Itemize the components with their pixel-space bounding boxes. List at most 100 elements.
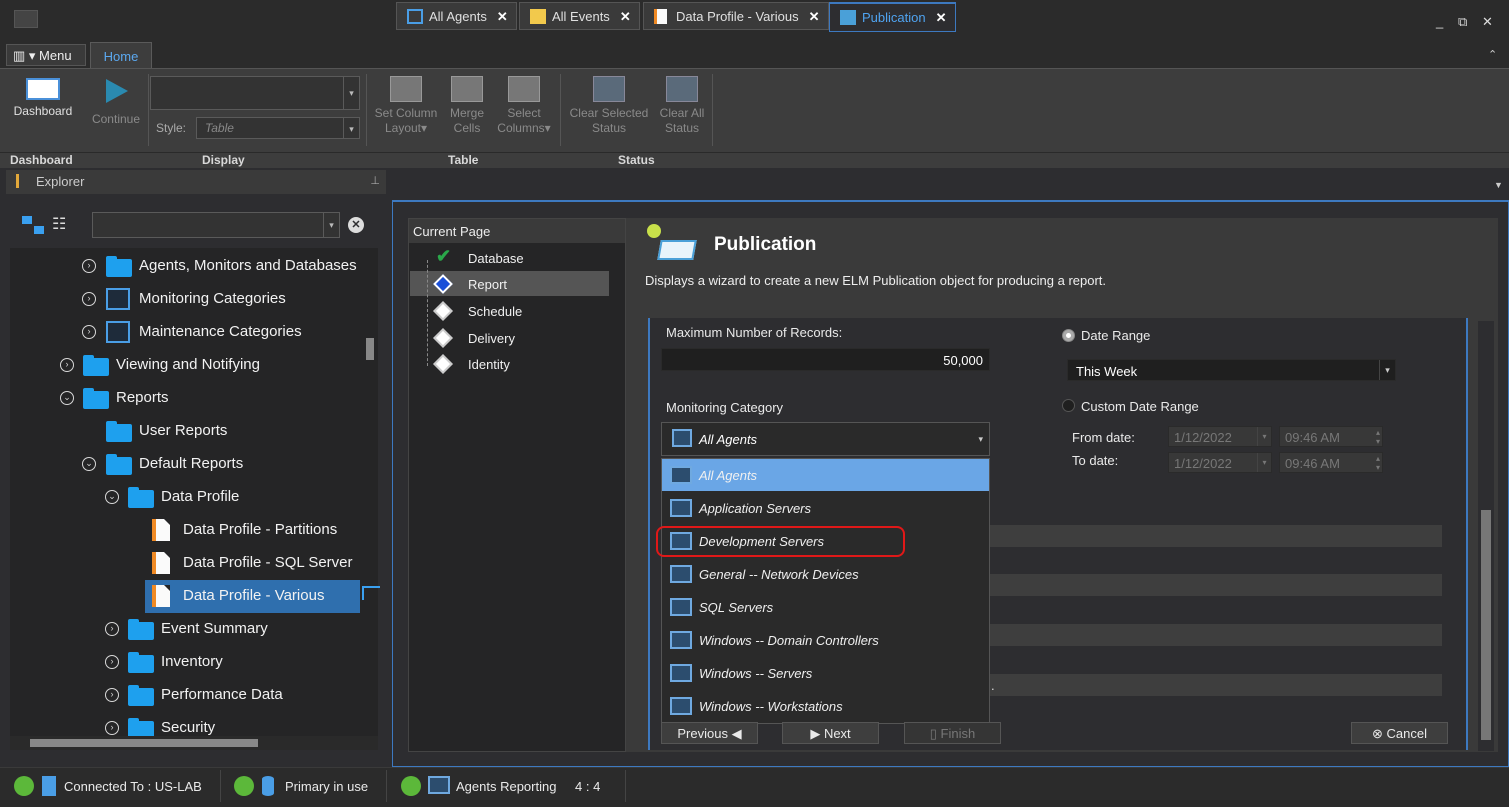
tree-node-agents[interactable]: › Agents, Monitors and Databases xyxy=(10,253,378,279)
tab-publication[interactable]: Publication ✕ xyxy=(829,2,956,32)
monitoring-category-select[interactable]: All Agents ▾ xyxy=(661,422,990,456)
tab-data-profile-various[interactable]: Data Profile - Various ✕ xyxy=(643,2,829,30)
monitoring-category-icon xyxy=(106,288,130,310)
from-time-input[interactable]: 09:46 AM ▴ ▾ xyxy=(1279,426,1383,447)
tree-vscroll-thumb[interactable] xyxy=(366,338,374,360)
tree-node-performance-data[interactable]: › Performance Data xyxy=(10,682,378,708)
close-tab-icon[interactable]: ✕ xyxy=(809,9,820,24)
explorer-search-combo[interactable]: ▾ xyxy=(92,212,340,238)
dropdown-item-windows-servers[interactable]: Windows -- Servers xyxy=(662,657,989,689)
continue-button[interactable]: Continue xyxy=(86,78,146,127)
highlight-ring xyxy=(656,526,905,557)
tree-node-inventory[interactable]: › Inventory xyxy=(10,649,378,675)
tree-node-monitoring-categories[interactable]: › Monitoring Categories xyxy=(10,286,378,312)
date-range-radio[interactable] xyxy=(1062,329,1075,342)
tree-node-reports[interactable]: ⌄ Reports xyxy=(10,385,378,411)
collapse-icon[interactable]: ⌄ xyxy=(60,391,74,405)
restore-button[interactable]: ⧉ xyxy=(1458,14,1467,30)
set-column-layout-button[interactable]: Set Column Layout▾ xyxy=(370,76,442,136)
dropdown-item-all-agents[interactable]: All Agents xyxy=(662,459,989,491)
dropdown-item-network-devices[interactable]: General -- Network Devices xyxy=(662,558,989,590)
custom-date-range-radio[interactable] xyxy=(1062,399,1075,412)
cancel-button[interactable]: ⊗ Cancel xyxy=(1351,722,1448,744)
step-database[interactable]: Database xyxy=(468,251,524,266)
select-columns-button[interactable]: Select Columns▾ xyxy=(492,76,556,136)
list-view-icon[interactable]: ☷ xyxy=(52,214,76,236)
dropdown-item-application-servers[interactable]: Application Servers xyxy=(662,492,989,524)
dropdown-item-sql-servers[interactable]: SQL Servers xyxy=(662,591,989,623)
expand-icon[interactable]: › xyxy=(105,655,119,669)
to-date-input[interactable]: 1/12/2022 ▾ xyxy=(1168,452,1272,473)
close-tab-icon[interactable]: ✕ xyxy=(497,9,508,24)
bar-ellipsis: . xyxy=(991,678,995,693)
connected-status: Connected To : US-LAB xyxy=(64,779,202,794)
clear-search-icon[interactable]: ✕ xyxy=(348,217,364,233)
folder-icon xyxy=(128,685,154,706)
max-records-input[interactable]: 50,000 xyxy=(661,348,990,371)
display-combo[interactable]: ▾ xyxy=(150,76,360,110)
step-schedule[interactable]: Schedule xyxy=(468,304,522,319)
next-button[interactable]: ▶ Next xyxy=(782,722,879,744)
expand-icon[interactable]: › xyxy=(105,688,119,702)
step-delivery[interactable]: Delivery xyxy=(468,331,515,346)
report-icon xyxy=(152,585,170,607)
step-report[interactable]: Report xyxy=(468,277,507,292)
hidden-field-bar xyxy=(990,574,1442,596)
previous-button[interactable]: Previous ◀ xyxy=(661,722,758,744)
collapse-ribbon-icon[interactable]: ⌃ xyxy=(1488,48,1497,61)
tab-overflow-icon[interactable]: ▼ xyxy=(1494,180,1503,190)
from-date-input[interactable]: 1/12/2022 ▾ xyxy=(1168,426,1272,447)
tree-node-event-summary[interactable]: › Event Summary xyxy=(10,616,378,642)
report-icon xyxy=(152,552,170,574)
tree-node-security[interactable]: › Security xyxy=(10,715,378,736)
clear-selected-status-button[interactable]: Clear Selected Status xyxy=(565,76,653,136)
close-tab-icon[interactable]: ✕ xyxy=(620,9,631,24)
tree-hscroll[interactable] xyxy=(10,736,378,750)
collapse-icon[interactable]: ⌄ xyxy=(82,457,96,471)
tree-view-icon[interactable] xyxy=(22,214,48,236)
tree-node-maintenance-categories[interactable]: › Maintenance Categories xyxy=(10,319,378,345)
step-identity[interactable]: Identity xyxy=(468,357,510,372)
tree-node-data-profile[interactable]: ⌄ Data Profile xyxy=(10,484,378,510)
close-button[interactable]: ✕ xyxy=(1482,14,1493,30)
tab-home[interactable]: Home xyxy=(90,42,152,69)
collapse-icon[interactable]: ⌄ xyxy=(105,490,119,504)
dropdown-item-windows-workstations[interactable]: Windows -- Workstations xyxy=(662,690,989,722)
tree-node-user-reports[interactable]: User Reports xyxy=(10,418,378,444)
tree-node-data-profile-partitions[interactable]: Data Profile - Partitions xyxy=(10,517,378,543)
tree-node-viewing-notifying[interactable]: › Viewing and Notifying xyxy=(10,352,378,378)
dashboard-button[interactable]: Dashboard xyxy=(8,78,78,119)
dropdown-item-domain-controllers[interactable]: Windows -- Domain Controllers xyxy=(662,624,989,656)
steps-header: Current Page xyxy=(409,219,625,243)
close-tab-icon[interactable]: ✕ xyxy=(936,10,947,25)
tree-node-default-reports[interactable]: ⌄ Default Reports xyxy=(10,451,378,477)
to-time-input[interactable]: 09:46 AM ▴ ▾ xyxy=(1279,452,1383,473)
play-icon xyxy=(106,79,128,103)
tab-all-events[interactable]: All Events ✕ xyxy=(519,2,640,30)
spinner-icon: ▴ ▾ xyxy=(1375,428,1380,446)
finish-button[interactable]: ▯ Finish xyxy=(904,722,1001,744)
expand-icon[interactable]: › xyxy=(60,358,74,372)
pin-icon[interactable]: ⊥ xyxy=(370,174,380,187)
expand-icon[interactable]: › xyxy=(105,622,119,636)
menu-button[interactable]: ▥ ▾ Menu xyxy=(6,44,86,66)
to-date-label: To date: xyxy=(1072,453,1119,468)
tab-all-agents[interactable]: All Agents ✕ xyxy=(396,2,517,30)
expand-icon[interactable]: › xyxy=(82,325,96,339)
form-vscroll-thumb[interactable] xyxy=(1481,510,1491,740)
steps-scrollbar[interactable] xyxy=(615,248,623,748)
expand-icon[interactable]: › xyxy=(82,292,96,306)
server-category-icon xyxy=(670,565,692,583)
style-select[interactable]: Table ▾ xyxy=(196,117,360,139)
merge-cells-button[interactable]: Merge Cells xyxy=(444,76,490,136)
max-records-label: Maximum Number of Records: xyxy=(666,325,843,340)
date-range-select[interactable]: This Week ▾ xyxy=(1067,359,1396,381)
server-category-icon xyxy=(670,697,692,715)
tree-node-data-profile-sql-server[interactable]: Data Profile - SQL Server xyxy=(10,550,378,576)
expand-icon[interactable]: › xyxy=(82,259,96,273)
minimize-button[interactable]: _ xyxy=(1436,14,1443,29)
expand-icon[interactable]: › xyxy=(105,721,119,735)
splitter-handle[interactable] xyxy=(362,586,380,600)
tree-node-data-profile-various[interactable]: Data Profile - Various xyxy=(145,580,360,613)
clear-all-status-button[interactable]: Clear All Status xyxy=(655,76,709,136)
